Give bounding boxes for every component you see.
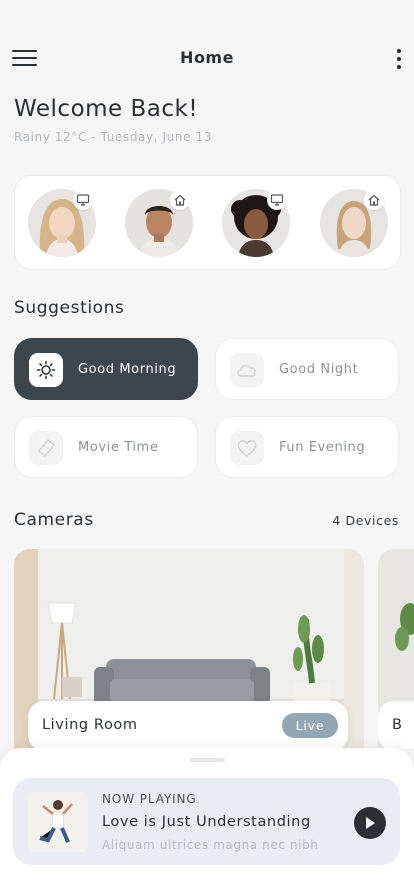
camera-name: B <box>392 717 402 733</box>
cameras-title: Cameras <box>14 510 94 530</box>
suggestion-good-night[interactable]: Good Night <box>215 338 399 400</box>
cloud-icon <box>230 353 264 387</box>
now-playing-card[interactable]: NOW PLAYING Love is Just Understanding A… <box>13 778 400 865</box>
track-title: Love is Just Understanding <box>102 814 311 830</box>
play-icon <box>366 817 375 829</box>
drag-handle[interactable] <box>190 758 225 762</box>
home-icon <box>364 190 384 210</box>
suggestion-label: Good Morning <box>78 362 177 377</box>
live-badge: Live <box>282 713 338 738</box>
weather-date-text: Rainy 12°C - Tuesday, June 13 <box>14 130 212 144</box>
suggestion-good-morning[interactable]: Good Morning <box>14 338 198 400</box>
heart-icon <box>230 431 264 465</box>
more-options-icon[interactable] <box>392 47 406 71</box>
camera-label-card: Living Room Live <box>28 701 348 749</box>
monitor-icon <box>73 190 93 210</box>
album-art <box>28 792 88 852</box>
sun-icon <box>29 353 63 387</box>
devices-count: 4 Devices <box>332 513 399 528</box>
suggestions-title: Suggestions <box>14 298 125 318</box>
monitor-icon <box>267 190 287 210</box>
camera-card-second[interactable]: B <box>378 549 414 749</box>
suggestion-label: Good Night <box>279 362 359 377</box>
camera-name: Living Room <box>42 717 138 733</box>
now-playing-label: NOW PLAYING <box>102 792 197 806</box>
suggestion-label: Movie Time <box>78 440 159 455</box>
members-card <box>14 175 401 270</box>
camera-card-living-room[interactable]: Living Room Live <box>14 549 364 749</box>
menu-icon[interactable] <box>12 48 38 68</box>
welcome-heading: Welcome Back! <box>14 96 199 122</box>
suggestion-movie-time[interactable]: Movie Time <box>14 416 198 478</box>
suggestion-fun-evening[interactable]: Fun Evening <box>215 416 399 478</box>
track-subtitle: Aliquam ultrices magna nec nibh <box>102 838 319 852</box>
page-title: Home <box>180 48 234 67</box>
now-playing-sheet: NOW PLAYING Love is Just Understanding A… <box>0 748 414 896</box>
suggestion-label: Fun Evening <box>279 440 366 455</box>
ticket-icon <box>29 431 63 465</box>
home-icon <box>170 190 190 210</box>
camera-label-card: B <box>378 701 414 749</box>
play-button[interactable] <box>354 807 386 839</box>
